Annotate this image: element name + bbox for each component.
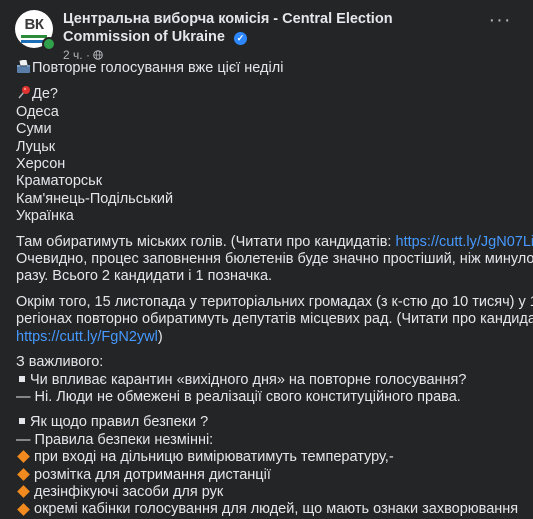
paragraph-text: Очевидно, процес заповнення бюлетенів бу… (16, 251, 521, 268)
orange-diamond-icon (17, 485, 30, 498)
question-text: Як щодо правил безпеки ? (30, 414, 208, 430)
more-options-button[interactable]: ··· (482, 12, 518, 36)
paragraph-text: разу. Всього 2 кандидати і 1 позначка. (16, 268, 521, 285)
more-icon: ··· (489, 9, 512, 31)
paragraph-text: ) (158, 329, 163, 345)
ballot-box-icon (16, 60, 31, 73)
important-label: З важливого: (16, 354, 521, 371)
intro-line: Повторне голосування вже цієї неділі (16, 60, 521, 77)
avatar-logo-text: ВК (15, 16, 53, 33)
rule-item: розмітка для дотримання дистанції (16, 467, 521, 484)
intro-text: Повторне голосування вже цієї неділі (32, 60, 283, 76)
post-header: ВК Центральна виборча комісія - Central … (15, 8, 518, 58)
question-quarantine: Чи впливає карантин «вихідного дня» на п… (16, 372, 521, 389)
candidates-link-mayors[interactable]: https://cutt.ly/JgN07Li (396, 234, 533, 250)
city-item: Українка (16, 208, 521, 225)
rule-text: розмітка для дотримання дистанції (34, 467, 271, 483)
round-pushpin-icon (16, 85, 31, 100)
paragraph-councils: https://cutt.ly/FgN2ywl) (16, 329, 521, 346)
verified-icon: ✓ (234, 32, 247, 45)
globe-icon[interactable] (93, 50, 103, 60)
orange-diamond-icon (17, 468, 30, 481)
small-black-square-icon (19, 418, 25, 424)
answer-safety: — Правила безпеки незмінні: (16, 432, 521, 449)
rule-item: дезінфікуючі засоби для рук (16, 484, 521, 501)
city-item: Краматорськ (16, 173, 521, 190)
rule-item: при вході на дільницю вимірюватимуть тем… (16, 449, 521, 466)
paragraph-text: Там обиратимуть міських голів. (Читати п… (16, 234, 396, 250)
question-text: Чи впливає карантин «вихідного дня» на п… (30, 372, 466, 388)
page-name-link[interactable]: Центральна виборча комісія - Central Ele… (63, 11, 393, 45)
paragraph-mayors: Там обиратимуть міських голів. (Читати п… (16, 234, 521, 251)
rule-text: дезінфікуючі засоби для рук (34, 484, 223, 500)
city-item: Суми (16, 121, 521, 138)
post-body: Повторне голосування вже цієї неділі Де?… (16, 60, 521, 519)
paragraph-text: регіонах повторно обиратимуть депутатів … (16, 311, 521, 328)
city-item: Луцьк (16, 139, 521, 156)
orange-diamond-icon (17, 450, 30, 463)
rule-text: окремі кабінки голосування для людей, що… (34, 501, 518, 517)
facebook-post: ВК Центральна виборча комісія - Central … (0, 0, 533, 518)
avatar-logo-stripe (21, 35, 47, 38)
answer-quarantine: — Ні. Люди не обмежені в реалізації свог… (16, 389, 521, 406)
question-safety: Як щодо правил безпеки ? (16, 414, 521, 431)
page-name-line: Центральна виборча комісія - Central Ele… (63, 10, 463, 46)
candidates-link-councils[interactable]: https://cutt.ly/FgN2ywl (16, 329, 158, 345)
where-label: Де? (32, 86, 58, 102)
orange-diamond-icon (17, 503, 30, 516)
city-item: Кам'янець-Подільський (16, 191, 521, 208)
city-item: Херсон (16, 156, 521, 173)
rule-item: окремі кабінки голосування для людей, що… (16, 501, 521, 518)
city-item: Одеса (16, 104, 521, 121)
paragraph-text: Окрім того, 15 листопада у територіальни… (16, 294, 521, 311)
where-line: Де? (16, 85, 521, 103)
rule-text: при вході на дільницю вимірюватимуть тем… (34, 449, 394, 465)
online-status-dot (42, 37, 56, 51)
small-black-square-icon (19, 376, 25, 382)
